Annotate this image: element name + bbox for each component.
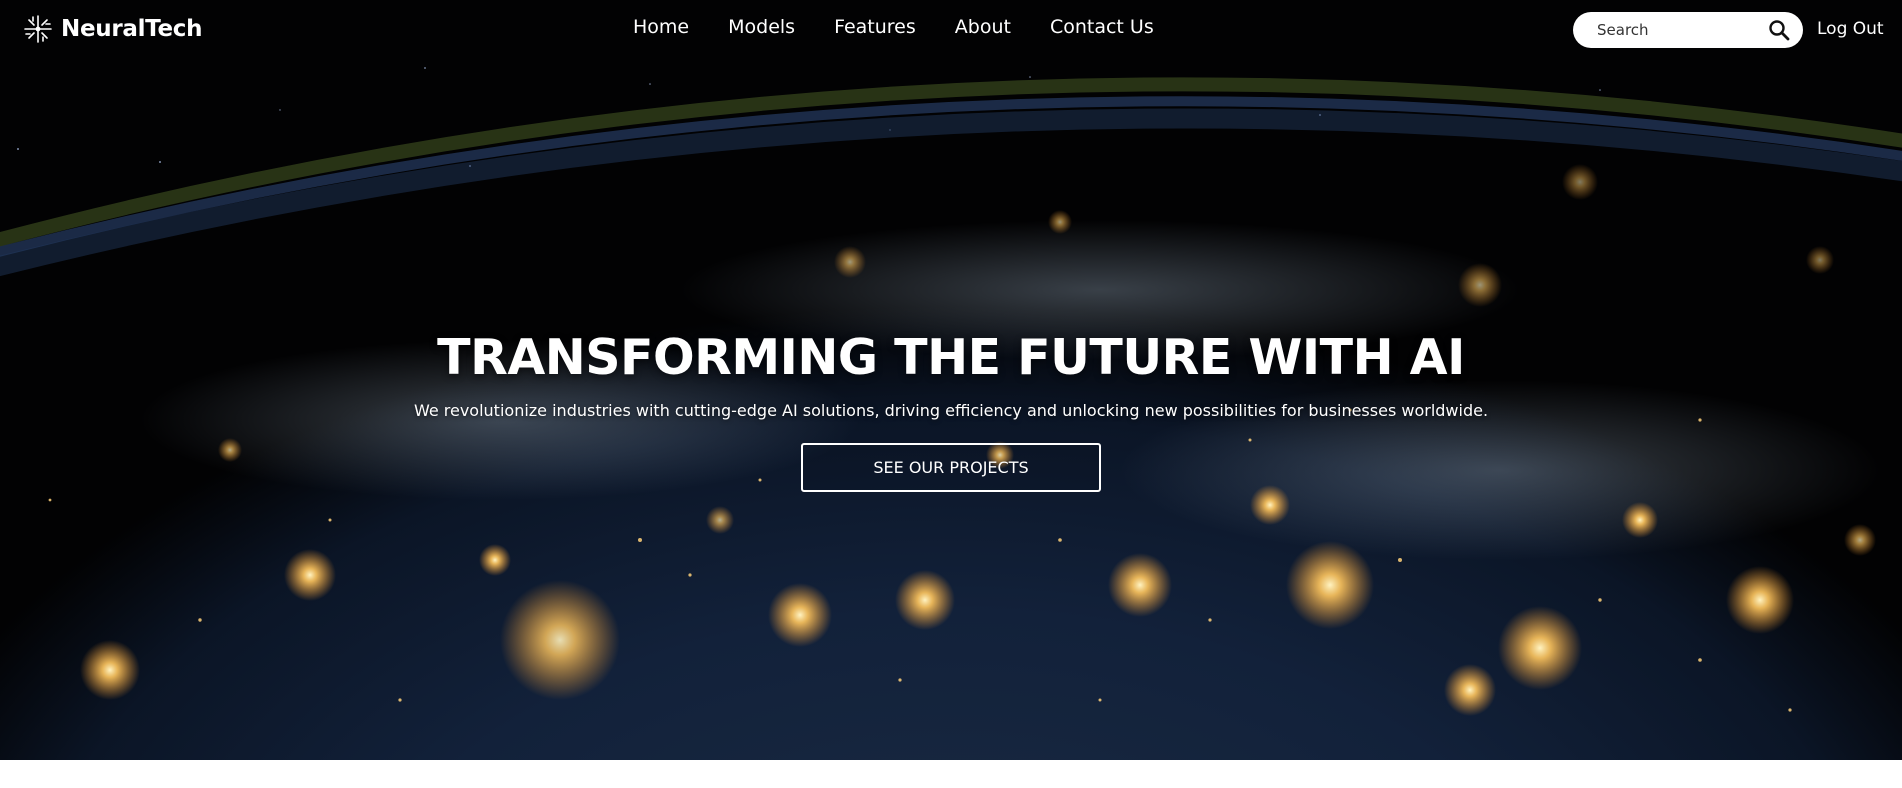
brand-logo[interactable]: NeuralTech xyxy=(23,13,203,45)
nav-link-contact-us[interactable]: Contact Us xyxy=(1050,16,1154,38)
logout-link[interactable]: Log Out xyxy=(1817,19,1884,39)
nav-link-home[interactable]: Home xyxy=(633,16,689,38)
see-our-projects-button[interactable]: SEE OUR PROJECTS xyxy=(801,443,1101,492)
search-icon[interactable] xyxy=(1767,18,1791,42)
search-input[interactable] xyxy=(1595,20,1767,40)
hero-content: TRANSFORMING THE FUTURE WITH AI We revol… xyxy=(0,326,1902,492)
hero-title: TRANSFORMING THE FUTURE WITH AI xyxy=(437,329,1465,386)
main-nav: Home Models Features About Contact Us xyxy=(633,16,1154,38)
nav-link-models[interactable]: Models xyxy=(728,16,795,38)
site-header: NeuralTech Home Models Features About Co… xyxy=(0,0,1902,60)
neural-network-icon xyxy=(24,15,52,43)
brand-name: NeuralTech xyxy=(61,16,203,42)
hero-subtitle: We revolutionize industries with cutting… xyxy=(413,401,1489,420)
nav-link-about[interactable]: About xyxy=(955,16,1011,38)
search-box xyxy=(1573,12,1803,48)
nav-link-features[interactable]: Features xyxy=(834,16,916,38)
